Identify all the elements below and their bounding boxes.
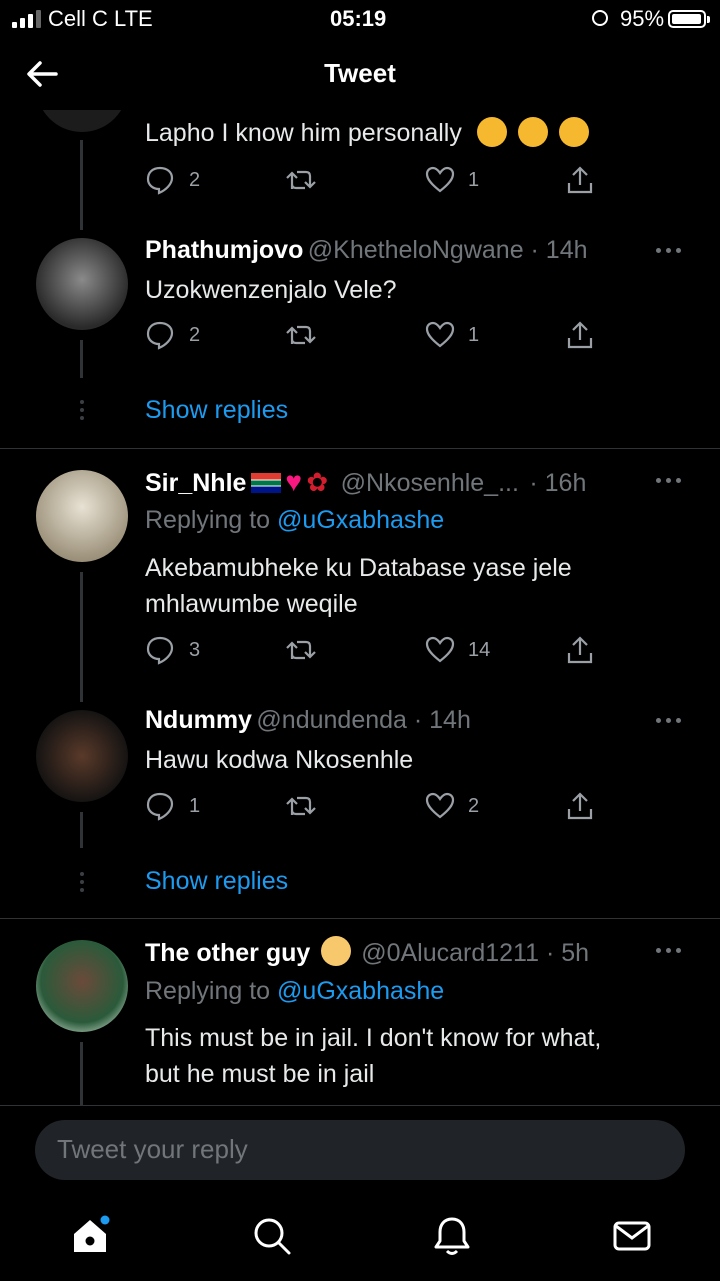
reply-count: 2 bbox=[189, 324, 201, 346]
like-count: 1 bbox=[468, 169, 480, 191]
user-name[interactable]: Ndummy bbox=[145, 706, 252, 734]
avatar[interactable] bbox=[36, 470, 128, 562]
tweet-text: Uzokwenzenjalo Vele? bbox=[145, 276, 397, 304]
like-icon[interactable] bbox=[425, 320, 455, 350]
home-icon[interactable] bbox=[68, 1214, 112, 1258]
user-handle[interactable]: @0Alucard1211 · 5h bbox=[361, 939, 589, 967]
replying-to: Replying to @uGxabhashe bbox=[145, 977, 445, 1005]
like-count: 2 bbox=[468, 795, 480, 817]
user-name[interactable]: Phathumjovo bbox=[145, 236, 303, 264]
south-africa-flag-emoji bbox=[250, 473, 281, 493]
red-heart-emoji: ♥ bbox=[285, 466, 302, 497]
page-title: Tweet bbox=[324, 58, 396, 88]
messages-envelope-icon[interactable] bbox=[610, 1214, 654, 1258]
tweet-header: Phathumjovo @KhetheloNgwane · 14h bbox=[145, 236, 588, 265]
user-name[interactable]: Sir_Nhle bbox=[145, 469, 246, 497]
share-icon[interactable] bbox=[565, 165, 595, 195]
show-replies-link[interactable]: Show replies bbox=[145, 396, 288, 425]
share-icon[interactable] bbox=[565, 791, 595, 821]
user-name[interactable]: The other guy bbox=[145, 939, 310, 967]
reply-count: 2 bbox=[189, 169, 201, 191]
status-bar: Cell C LTE 05:19 95% bbox=[0, 0, 720, 40]
tweet-actions: 2 1 bbox=[145, 320, 605, 350]
battery-percent: 95% bbox=[620, 6, 665, 31]
crying-emoji bbox=[517, 117, 548, 147]
thread-line bbox=[80, 572, 83, 702]
avatar[interactable] bbox=[36, 710, 128, 802]
retweet-icon[interactable] bbox=[285, 165, 317, 195]
top-header: Tweet bbox=[0, 40, 720, 110]
avatar[interactable] bbox=[36, 238, 128, 330]
crying-emoji bbox=[558, 117, 589, 147]
avatar[interactable] bbox=[36, 940, 128, 1032]
clock: 05:19 bbox=[330, 6, 387, 31]
tweet-header: Ndummy @ndundenda · 14h bbox=[145, 706, 471, 735]
show-replies-link[interactable]: Show replies bbox=[145, 867, 288, 896]
like-count: 14 bbox=[468, 639, 491, 661]
like-icon[interactable] bbox=[425, 791, 455, 821]
tweet-actions: 1 2 bbox=[145, 791, 605, 821]
notifications-bell-icon[interactable] bbox=[430, 1214, 474, 1258]
search-icon[interactable] bbox=[250, 1214, 294, 1258]
tweet-actions: 2 1 bbox=[145, 165, 605, 195]
mention-link[interactable]: @uGxabhashe bbox=[277, 977, 444, 1005]
reply-icon[interactable] bbox=[145, 791, 175, 821]
thread-line bbox=[80, 140, 83, 230]
more-options-icon[interactable] bbox=[656, 718, 684, 726]
reply-input[interactable]: Tweet your reply bbox=[35, 1120, 685, 1180]
like-icon[interactable] bbox=[425, 165, 455, 195]
reply-placeholder: Tweet your reply bbox=[57, 1134, 248, 1164]
tweet-text: Hawu kodwa Nkosenhle bbox=[145, 746, 414, 774]
reply-icon[interactable] bbox=[145, 320, 175, 350]
crying-emoji bbox=[476, 117, 507, 147]
reply-icon[interactable] bbox=[145, 165, 175, 195]
thread-ellipsis bbox=[80, 400, 84, 420]
retweet-icon[interactable] bbox=[285, 320, 317, 350]
reply-count: 3 bbox=[189, 639, 201, 661]
thread-line bbox=[80, 1042, 83, 1106]
reply-count: 1 bbox=[189, 795, 201, 817]
tweet-actions: 3 14 bbox=[145, 635, 605, 665]
replying-to: Replying to @uGxabhashe bbox=[145, 506, 445, 534]
rose-emoji: ✿ bbox=[306, 467, 329, 497]
share-icon[interactable] bbox=[565, 635, 595, 665]
user-handle[interactable]: @ndundenda · 14h bbox=[256, 706, 470, 734]
tweet-text: Lapho I know him personally bbox=[145, 115, 589, 151]
battery-icon bbox=[668, 10, 710, 28]
retweet-icon[interactable] bbox=[285, 791, 317, 821]
like-icon[interactable] bbox=[425, 635, 455, 665]
divider bbox=[0, 448, 720, 449]
tweet-header: The other guy @0Alucard1211 · 5h bbox=[145, 936, 589, 968]
user-handle[interactable]: @Nkosenhle_... bbox=[341, 469, 519, 497]
carrier-label: Cell C LTE bbox=[48, 6, 153, 31]
retweet-icon[interactable] bbox=[285, 635, 317, 665]
reply-icon[interactable] bbox=[145, 635, 175, 665]
thread-line bbox=[80, 812, 83, 848]
tweet-time: · 16h bbox=[529, 469, 587, 497]
person-emoji bbox=[320, 936, 351, 966]
tweet-text: Akebamubheke ku Database yase jele mhlaw… bbox=[145, 554, 572, 618]
tweet-text: This must be in jail. I don't know for w… bbox=[145, 1024, 602, 1088]
thread-ellipsis bbox=[80, 872, 84, 892]
user-handle[interactable]: @KhetheloNgwane · 14h bbox=[308, 236, 588, 264]
like-count: 1 bbox=[468, 324, 480, 346]
tweet-header: Sir_Nhle ♥ ✿ @Nkosenhle_... · 16h bbox=[145, 466, 586, 498]
divider bbox=[0, 918, 720, 919]
share-icon[interactable] bbox=[565, 320, 595, 350]
mention-link[interactable]: @uGxabhashe bbox=[277, 506, 444, 534]
orientation-lock-icon bbox=[592, 10, 608, 26]
more-options-icon[interactable] bbox=[656, 948, 684, 956]
signal-icon bbox=[12, 10, 42, 28]
more-options-icon[interactable] bbox=[656, 248, 684, 256]
more-options-icon[interactable] bbox=[656, 478, 684, 486]
thread-line bbox=[80, 340, 83, 378]
